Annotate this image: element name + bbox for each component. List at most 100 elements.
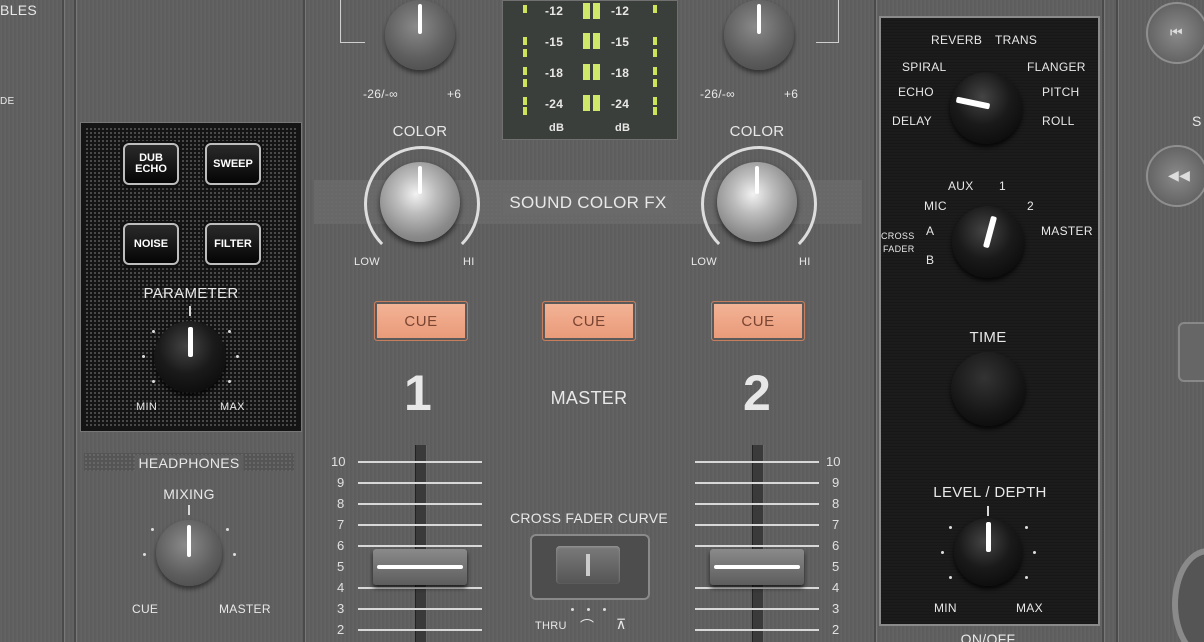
fader-indicator (714, 565, 800, 569)
meter-scale-label: -15 (611, 35, 630, 49)
crossfader-curve-switch[interactable] (556, 546, 620, 584)
sweep-button[interactable]: SWEEP (205, 143, 261, 185)
knob-tick (188, 505, 190, 515)
color-label: COLOR (392, 123, 448, 140)
fx-type-label: DELAY (892, 114, 932, 128)
meter-scale-label: -24 (611, 97, 630, 111)
right-edge-label: S (1192, 113, 1202, 129)
knob-pointer (187, 525, 191, 557)
fader-scale-label: 9 (337, 475, 345, 490)
knob-dot (1025, 526, 1028, 529)
min-label: MIN (136, 401, 158, 413)
color-knob-ch2[interactable] (717, 162, 797, 242)
fx-channel-select-knob[interactable] (952, 206, 1024, 278)
knob-dot (941, 551, 944, 554)
channel-select-label: B (926, 253, 935, 267)
channel-select-label: 2 (1027, 199, 1034, 213)
search-back-button[interactable]: ◀◀ (1146, 145, 1204, 207)
fader-scale-label: 7 (832, 517, 840, 532)
meter-led (523, 37, 527, 45)
panel-divider (1116, 0, 1118, 642)
fader-tick (358, 545, 482, 547)
parameter-knob[interactable] (154, 321, 226, 393)
meter-led (653, 67, 657, 75)
hi-label: HI (463, 256, 475, 268)
knob-pointer (986, 522, 991, 552)
channel-fader-track (415, 445, 427, 642)
fader-scale-label: 2 (337, 622, 345, 637)
trim-knob-ch1[interactable] (385, 0, 455, 70)
mixing-label: MIXING (163, 486, 215, 502)
fader-scale-label: 5 (337, 559, 345, 574)
noise-button[interactable]: NOISE (123, 223, 179, 265)
meter-scale-label: -12 (611, 4, 630, 18)
meter-bar (583, 95, 590, 111)
low-label: LOW (691, 256, 717, 268)
side-button[interactable] (1178, 322, 1204, 382)
knob-dot (949, 576, 952, 579)
left-edge-label: BLES (0, 2, 37, 18)
time-knob[interactable] (951, 352, 1025, 426)
panel-divider (62, 0, 64, 642)
channel-fader-ch2[interactable] (710, 549, 804, 585)
fader-tick (695, 545, 819, 547)
fx-select-knob[interactable] (950, 72, 1022, 144)
trim-max-label: +6 (447, 87, 462, 101)
filter-button[interactable]: FILTER (205, 223, 261, 265)
channel-select-label: 1 (999, 179, 1006, 193)
color-label: COLOR (729, 123, 785, 140)
mixing-knob[interactable] (156, 520, 222, 586)
rewind-button[interactable]: ⏮ (1146, 2, 1204, 64)
level-meter: -12 -12 -15 -15 -18 -18 -24 -24 dB dB (502, 0, 678, 140)
fader-tick (695, 482, 819, 484)
fader-tick (358, 608, 482, 610)
meter-bar (593, 95, 600, 111)
trim-bracket (340, 0, 365, 43)
meter-led (523, 107, 527, 115)
jog-wheel-edge[interactable] (1172, 548, 1204, 642)
fader-scale-label: 6 (337, 538, 345, 553)
cue-button-ch1[interactable]: CUE (374, 301, 468, 341)
meter-led (523, 5, 527, 13)
fx-type-label: SPIRAL (902, 60, 947, 74)
fader-scale-label: 10 (331, 454, 346, 469)
left-edge-label: DE (0, 96, 15, 107)
knob-dot (228, 330, 231, 333)
fader-scale-label: 4 (337, 580, 345, 595)
fader-scale-label: 3 (832, 601, 840, 616)
meter-led (523, 97, 527, 105)
sound-color-title: SOUND COLOR FX (503, 193, 673, 213)
fader-indicator (377, 565, 463, 569)
trim-bracket (816, 0, 839, 43)
meter-led (523, 79, 527, 87)
master-mix-label: MASTER (219, 602, 271, 616)
time-label: TIME (969, 329, 1007, 346)
meter-bar (583, 33, 590, 49)
color-knob-ch1[interactable] (380, 162, 460, 242)
meter-scale-label: -12 (545, 4, 564, 18)
knob-pointer (188, 327, 193, 357)
curve-sharp-icon: ⊼ (616, 616, 627, 632)
knob-dot (949, 526, 952, 529)
switch-position-dot (603, 608, 606, 611)
thru-label: THRU (535, 620, 567, 632)
channel-fader-ch1[interactable] (373, 549, 467, 585)
max-label: MAX (220, 401, 245, 413)
fader-tick (358, 503, 482, 505)
meter-scale-label: -24 (545, 97, 564, 111)
cue-button-ch2[interactable]: CUE (711, 301, 805, 341)
parameter-label: PARAMETER (143, 285, 239, 302)
low-label: LOW (354, 256, 380, 268)
level-depth-label: LEVEL / DEPTH (933, 484, 1047, 501)
fx-type-label: ROLL (1042, 114, 1075, 128)
dub-echo-button[interactable]: DUB ECHO (123, 143, 179, 185)
on-off-label: ON/OFF (960, 631, 1016, 642)
trim-knob-ch2[interactable] (724, 0, 794, 70)
fx-type-label: FLANGER (1027, 60, 1086, 74)
cue-button-master[interactable]: CUE (542, 301, 636, 341)
skip-back-icon: ⏮ (1170, 24, 1183, 40)
trim-min-label: -26/-∞ (700, 87, 736, 101)
fader-tick (695, 503, 819, 505)
level-depth-knob[interactable] (954, 518, 1022, 586)
hi-label: HI (799, 256, 811, 268)
